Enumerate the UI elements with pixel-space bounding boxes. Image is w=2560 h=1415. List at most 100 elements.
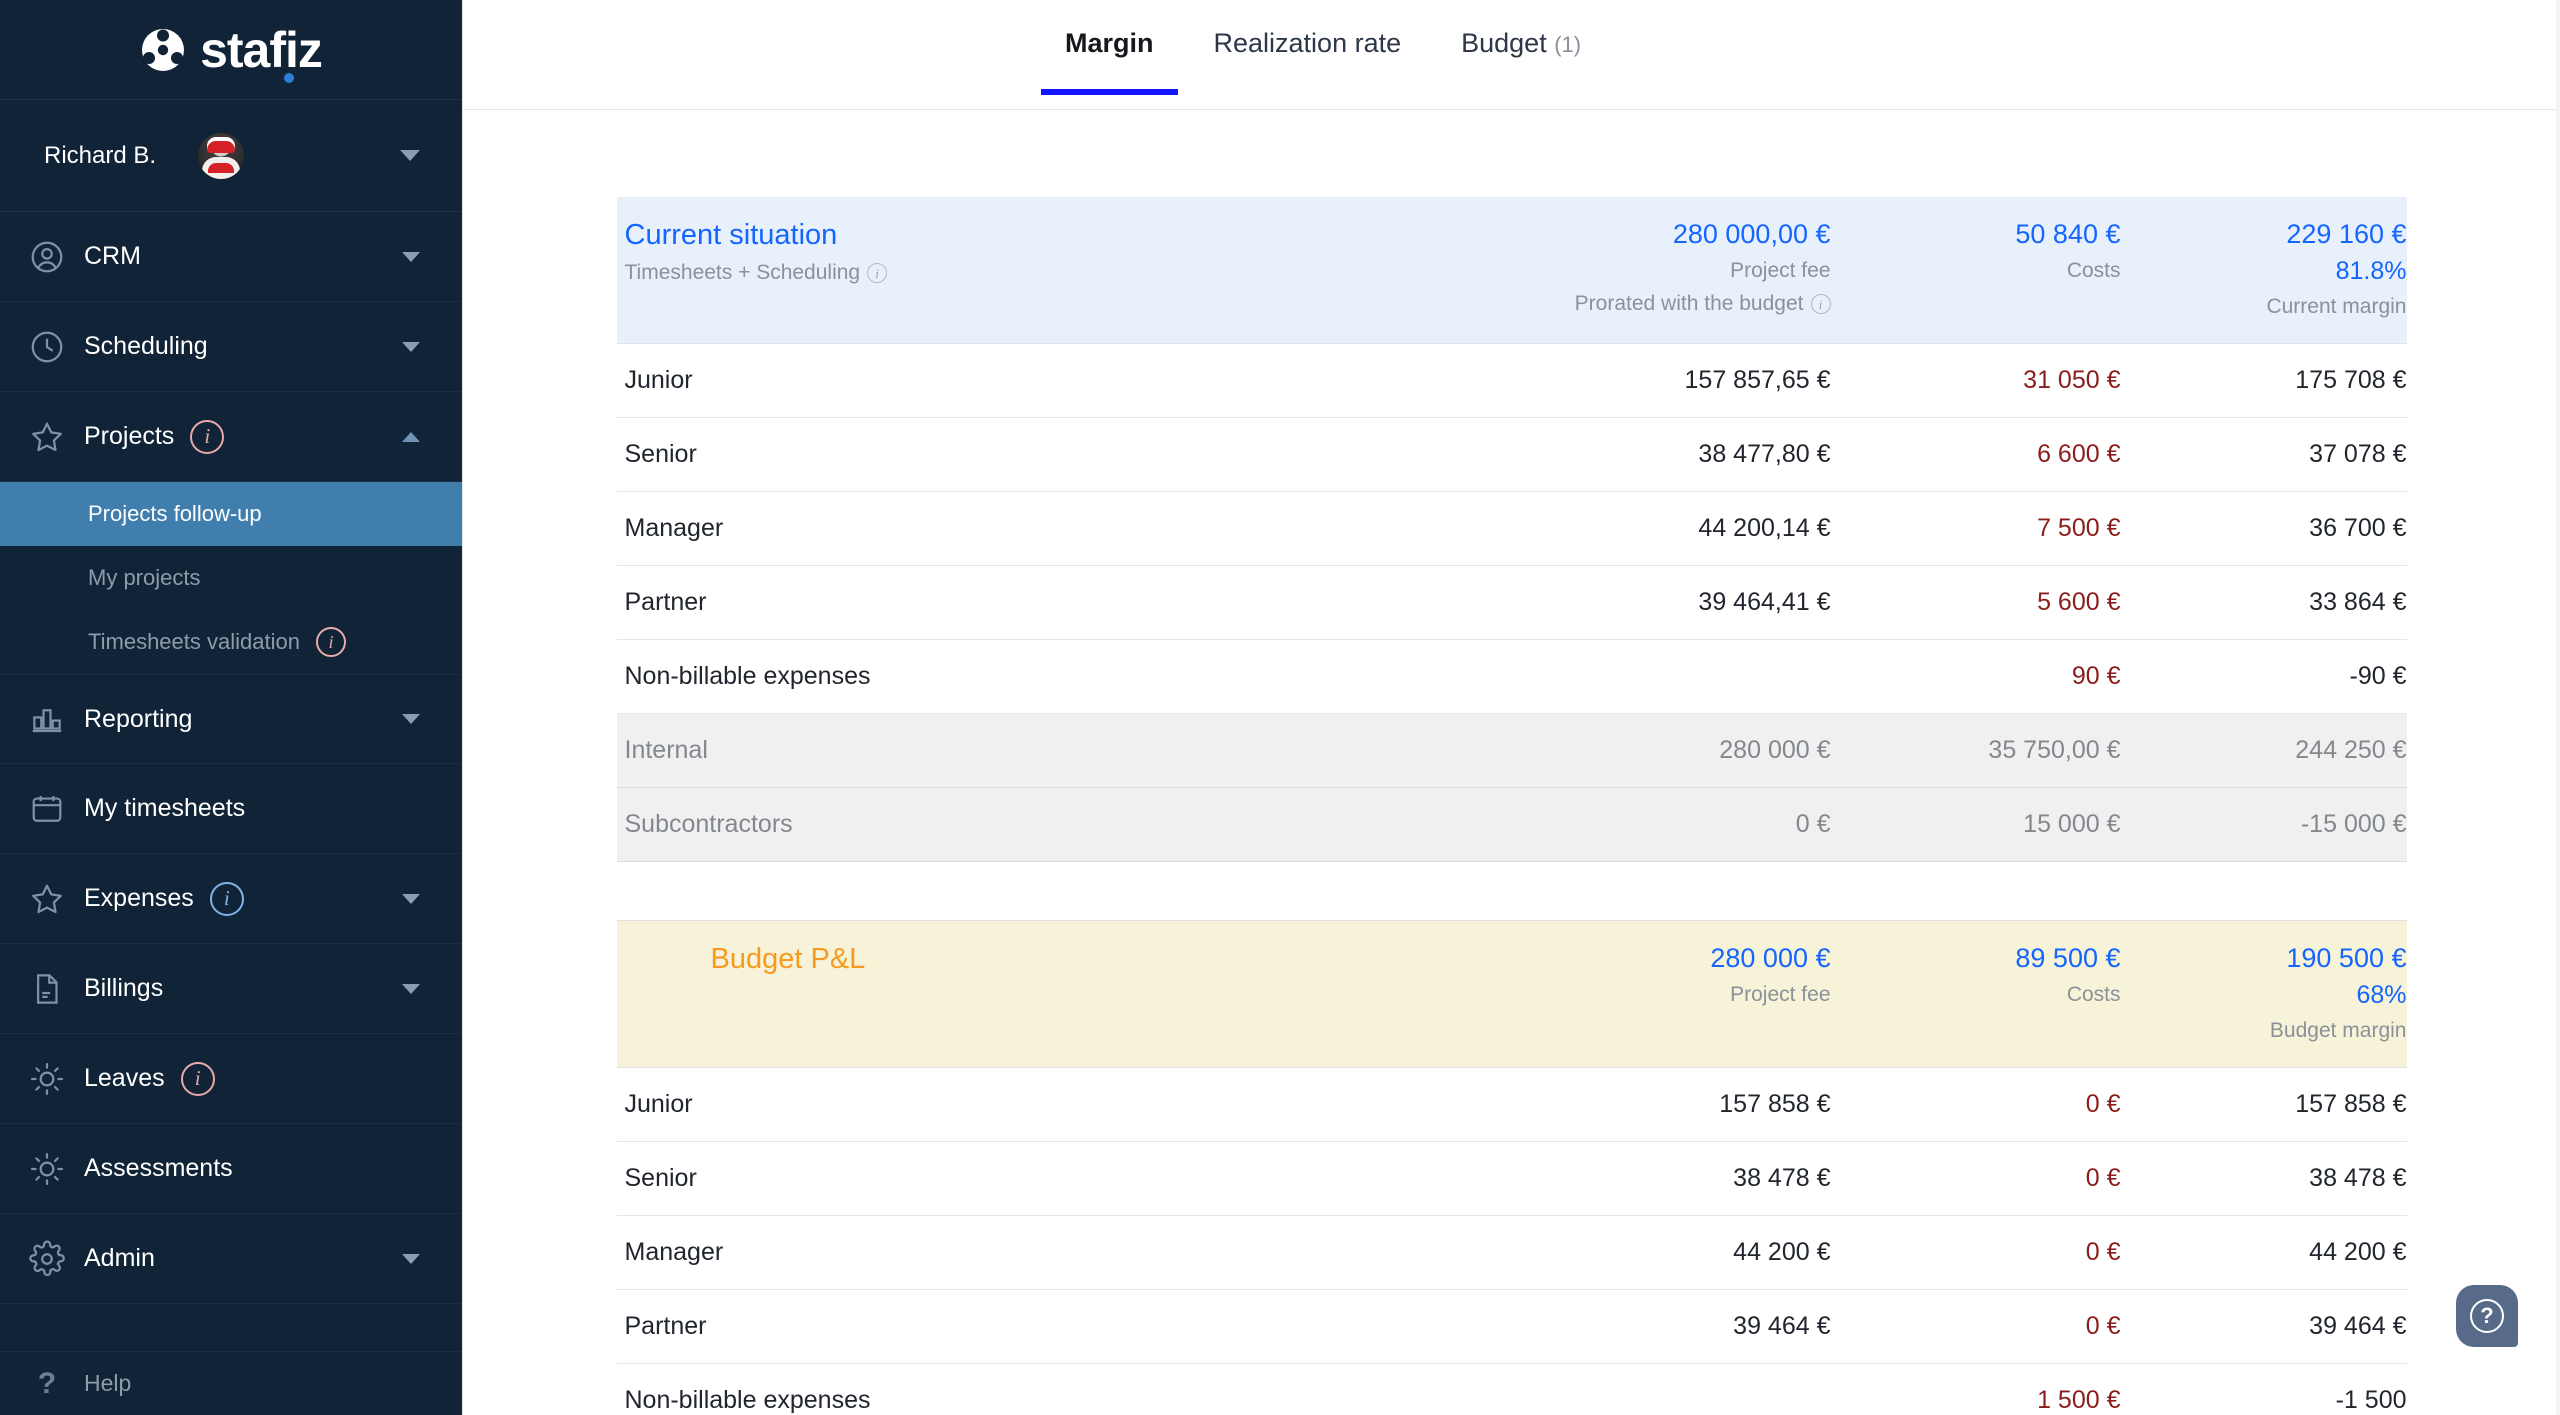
sidebar-item-timesheets-validation[interactable]: Timesheets validation i bbox=[0, 610, 462, 674]
row-margin: 39 464 € bbox=[2121, 1312, 2411, 1341]
info-icon[interactable]: i bbox=[867, 263, 887, 283]
chevron-down-icon[interactable] bbox=[402, 984, 420, 994]
tab-budget[interactable]: Budget (1) bbox=[1461, 0, 1581, 59]
table-row[interactable]: Manager 44 200 € 0 € 44 200 € bbox=[617, 1216, 2407, 1290]
row-fee: 157 858 € bbox=[1501, 1090, 1831, 1119]
sidebar-item-my-timesheets[interactable]: My timesheets bbox=[0, 764, 462, 854]
table-row[interactable]: Internal 280 000 € 35 750,00 € 244 250 € bbox=[617, 714, 2407, 788]
sidebar-item-crm[interactable]: CRM bbox=[0, 212, 462, 302]
question-mark-icon: ? bbox=[2470, 1299, 2504, 1333]
margin-percent: 81.8% bbox=[2336, 257, 2407, 286]
prorated-text: Prorated with the budget bbox=[1575, 292, 1804, 316]
user-menu[interactable]: Richard B. bbox=[0, 100, 462, 212]
cost-caption: Costs bbox=[2067, 983, 2121, 1007]
margin-value: 190 500 € bbox=[2286, 943, 2406, 974]
sidebar-item-scheduling[interactable]: Scheduling bbox=[0, 302, 462, 392]
chevron-down-icon[interactable] bbox=[402, 1254, 420, 1264]
table-row[interactable]: Junior 157 858 € 0 € 157 858 € bbox=[617, 1068, 2407, 1142]
sidebar-item-label: Help bbox=[84, 1370, 131, 1397]
budget-pl-header: Budget P&L 280 000 € Project fee 89 500 … bbox=[617, 920, 2407, 1068]
chevron-down-icon[interactable] bbox=[402, 714, 420, 724]
chevron-down-icon[interactable] bbox=[402, 894, 420, 904]
row-cost: 7 500 € bbox=[1831, 514, 2121, 543]
current-situation-header: Current situation Timesheets + Schedulin… bbox=[617, 197, 2407, 344]
row-margin: -15 000 € bbox=[2121, 810, 2411, 839]
row-margin: 36 700 € bbox=[2121, 514, 2411, 543]
chevron-down-icon[interactable] bbox=[402, 342, 420, 352]
chevron-down-icon[interactable] bbox=[402, 252, 420, 262]
info-icon[interactable]: i bbox=[190, 420, 224, 454]
sidebar-item-expenses[interactable]: Expenses i bbox=[0, 854, 462, 944]
fee-caption-prorated: Prorated with the budget i bbox=[1575, 292, 1831, 316]
sidebar-item-projects-follow-up[interactable]: Projects follow-up bbox=[0, 482, 462, 546]
sidebar-item-my-projects[interactable]: My projects bbox=[0, 546, 462, 610]
budget-pl-table: Budget P&L 280 000 € Project fee 89 500 … bbox=[617, 920, 2407, 1415]
fee-caption: Project fee bbox=[1730, 983, 1830, 1007]
row-fee: 39 464 € bbox=[1501, 1312, 1831, 1341]
sidebar-item-admin[interactable]: Admin bbox=[0, 1214, 462, 1304]
sidebar-item-billings[interactable]: Billings bbox=[0, 944, 462, 1034]
row-margin: 157 858 € bbox=[2121, 1090, 2411, 1119]
main-content: Margin Realization rate Budget (1) Curre… bbox=[462, 0, 2560, 1415]
sidebar-item-label: Assessments bbox=[84, 1154, 233, 1183]
row-cost: 35 750,00 € bbox=[1831, 736, 2121, 765]
current-situation-table: Current situation Timesheets + Schedulin… bbox=[617, 197, 2407, 862]
budget-pl-fee: 280 000 € Project fee bbox=[1501, 943, 1831, 1043]
budget-pl-margin: 190 500 € 68% Budget margin bbox=[2121, 943, 2411, 1043]
table-row[interactable]: Non-billable expenses 1 500 € -1 500 bbox=[617, 1364, 2407, 1415]
tab-realization-rate[interactable]: Realization rate bbox=[1214, 0, 1402, 59]
table-row[interactable]: Senior 38 478 € 0 € 38 478 € bbox=[617, 1142, 2407, 1216]
gear-icon bbox=[28, 1240, 66, 1278]
chevron-down-icon[interactable] bbox=[400, 150, 420, 161]
sidebar-item-label: Projects bbox=[84, 422, 174, 451]
tab-label: Budget bbox=[1461, 28, 1547, 58]
row-label: Partner bbox=[621, 588, 1501, 617]
info-icon[interactable]: i bbox=[210, 882, 244, 916]
current-situation-subtitle: Timesheets + Scheduling i bbox=[625, 261, 1501, 285]
row-label: Junior bbox=[621, 1090, 1501, 1119]
row-cost: 0 € bbox=[1831, 1312, 2121, 1341]
subtitle-text: Timesheets + Scheduling bbox=[625, 261, 861, 285]
sidebar-item-reporting[interactable]: Reporting bbox=[0, 674, 462, 764]
help-button[interactable]: ? bbox=[2456, 1285, 2518, 1347]
budget-pl-title[interactable]: Budget P&L bbox=[625, 943, 1501, 976]
sidebar-item-projects[interactable]: Projects i bbox=[0, 392, 462, 482]
table-row[interactable]: Senior 38 477,80 € 6 600 € 37 078 € bbox=[617, 418, 2407, 492]
row-margin: 37 078 € bbox=[2121, 440, 2411, 469]
sidebar-subitem-label: My projects bbox=[88, 565, 200, 591]
user-name: Richard B. bbox=[44, 142, 156, 170]
row-fee: 38 477,80 € bbox=[1501, 440, 1831, 469]
budget-pl-costs: 89 500 € Costs bbox=[1831, 943, 2121, 1043]
scrollbar-track[interactable] bbox=[2556, 0, 2560, 1415]
table-row[interactable]: Partner 39 464 € 0 € 39 464 € bbox=[617, 1290, 2407, 1364]
sidebar-item-label: Expenses bbox=[84, 884, 194, 913]
current-situation-fee: 280 000,00 € Project fee Prorated with t… bbox=[1501, 219, 1831, 319]
star-icon bbox=[28, 418, 66, 456]
info-icon[interactable]: i bbox=[1811, 294, 1831, 314]
row-margin: 44 200 € bbox=[2121, 1238, 2411, 1267]
row-margin: -90 € bbox=[2121, 662, 2411, 691]
info-icon[interactable]: i bbox=[316, 627, 346, 657]
chevron-up-icon[interactable] bbox=[402, 432, 420, 442]
tab-margin[interactable]: Margin bbox=[1065, 0, 1154, 59]
question-mark-icon: ? bbox=[28, 1367, 66, 1401]
row-margin: 244 250 € bbox=[2121, 736, 2411, 765]
brand-logo[interactable]: stafiz bbox=[0, 0, 462, 100]
table-row[interactable]: Junior 157 857,65 € 31 050 € 175 708 € bbox=[617, 344, 2407, 418]
sun-icon bbox=[28, 1060, 66, 1098]
row-margin: 33 864 € bbox=[2121, 588, 2411, 617]
row-label: Senior bbox=[621, 1164, 1501, 1193]
sidebar-item-assessments[interactable]: Assessments bbox=[0, 1124, 462, 1214]
table-row[interactable]: Subcontractors 0 € 15 000 € -15 000 € bbox=[617, 788, 2407, 862]
sidebar-item-leaves[interactable]: Leaves i bbox=[0, 1034, 462, 1124]
row-label: Non-billable expenses bbox=[621, 662, 1501, 691]
current-situation-title[interactable]: Current situation bbox=[625, 219, 1501, 252]
sidebar-item-help[interactable]: ? Help bbox=[0, 1351, 462, 1415]
row-cost: 0 € bbox=[1831, 1238, 2121, 1267]
table-row[interactable]: Partner 39 464,41 € 5 600 € 33 864 € bbox=[617, 566, 2407, 640]
sidebar-item-label: CRM bbox=[84, 242, 141, 271]
info-icon[interactable]: i bbox=[181, 1062, 215, 1096]
table-row[interactable]: Non-billable expenses 90 € -90 € bbox=[617, 640, 2407, 714]
app-root: stafiz Richard B. CRM bbox=[0, 0, 2560, 1415]
table-row[interactable]: Manager 44 200,14 € 7 500 € 36 700 € bbox=[617, 492, 2407, 566]
